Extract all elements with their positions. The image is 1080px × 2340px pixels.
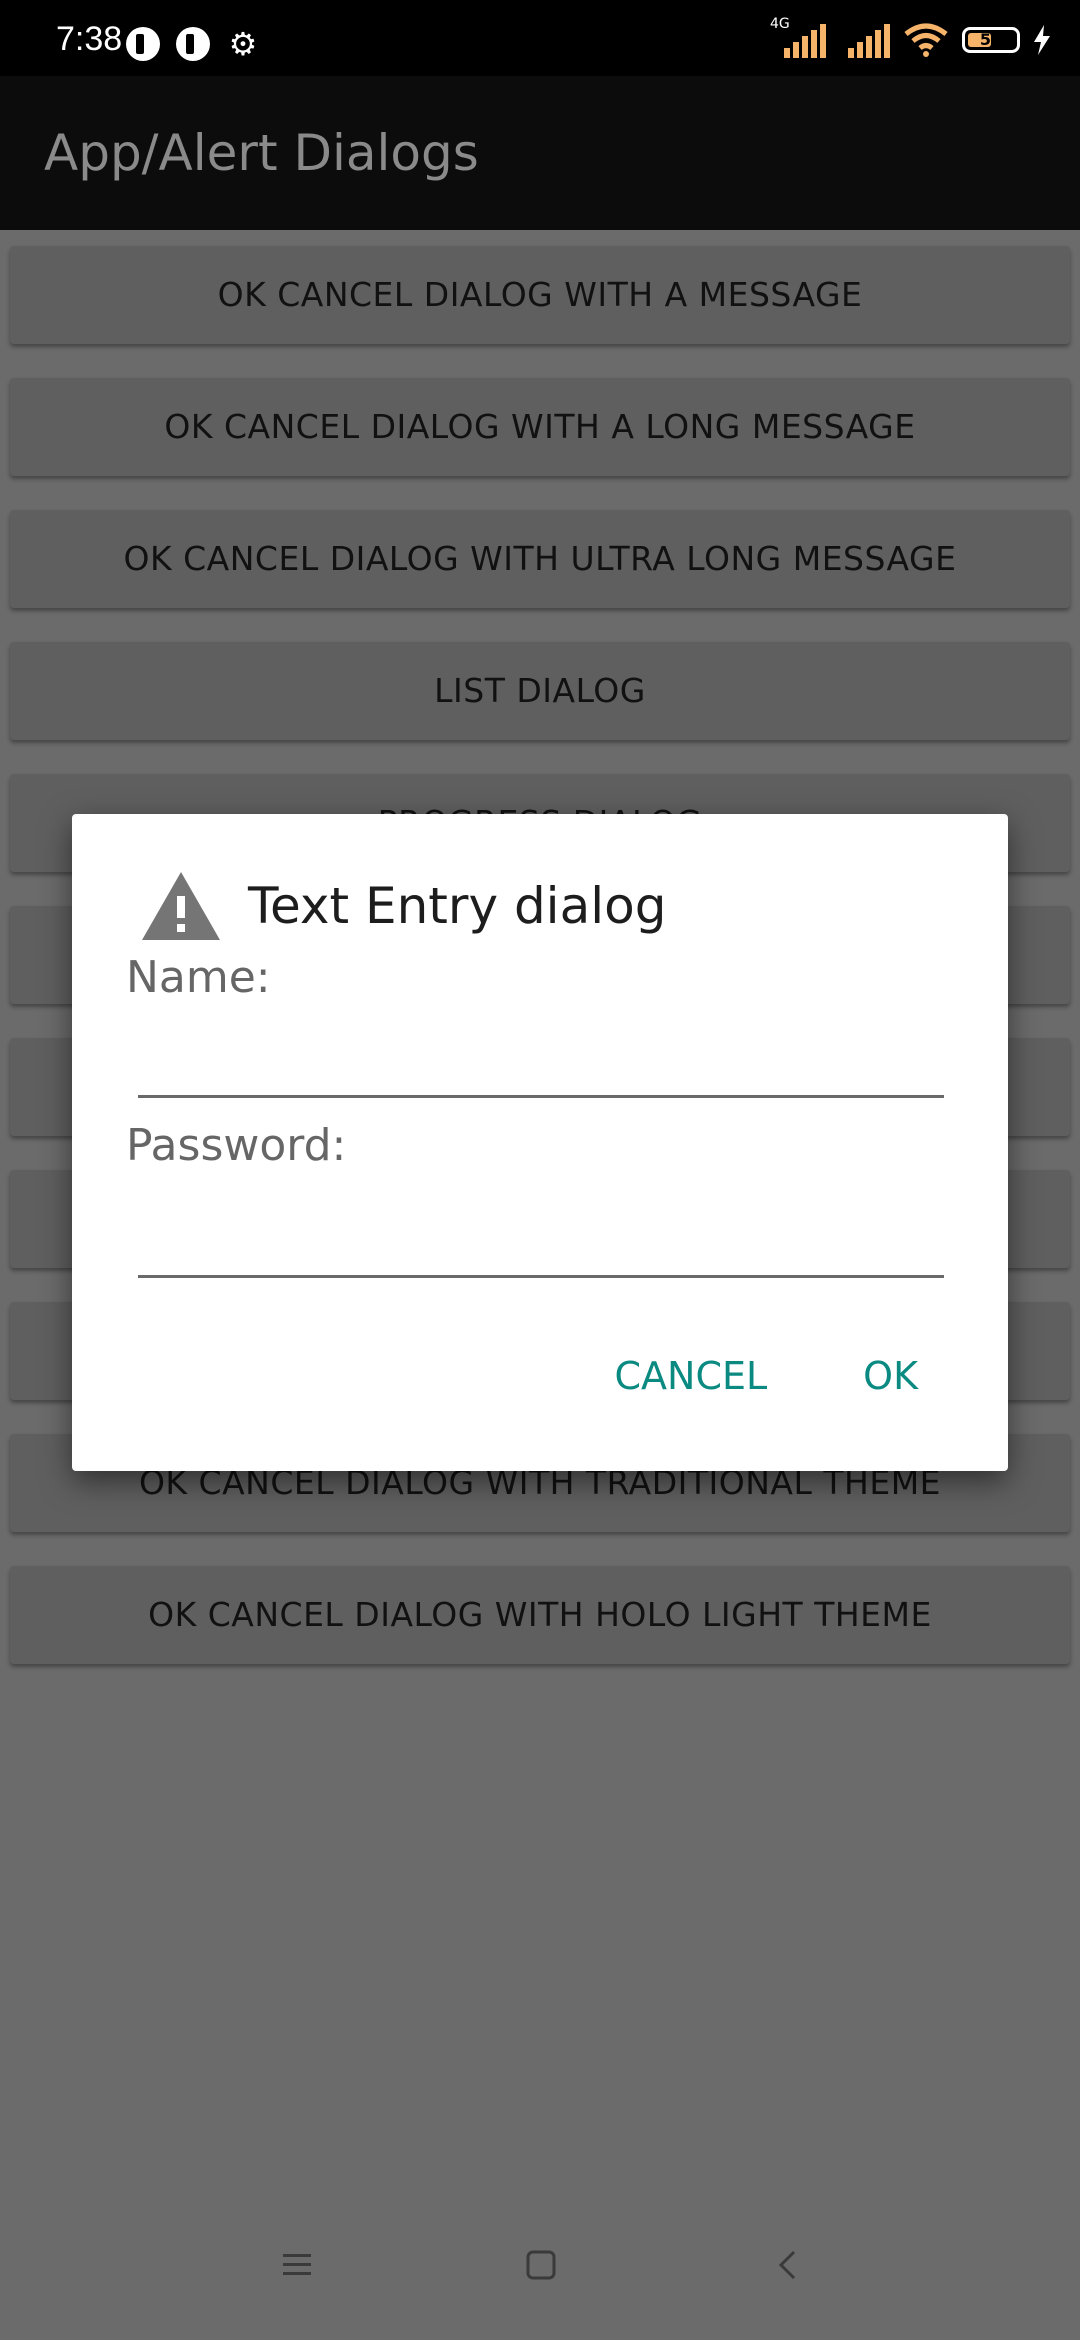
list-dialog-button[interactable]: LIST DIALOG bbox=[10, 642, 1070, 740]
holo-light-theme-button[interactable]: OK CANCEL DIALOG WITH HOLO LIGHT THEME bbox=[10, 1566, 1070, 1664]
network-type-label: 4G bbox=[770, 16, 790, 32]
signal-icon: 4G bbox=[770, 16, 826, 58]
status-notification-icons: ⚙ bbox=[126, 27, 260, 61]
name-label: Name: bbox=[126, 952, 271, 1003]
app-notification-icon bbox=[176, 27, 210, 61]
app-bar: App/Alert Dialogs bbox=[0, 76, 1080, 230]
dialog-actions: CANCEL OK bbox=[614, 1354, 918, 1398]
ok-cancel-message-button[interactable]: OK CANCEL DIALOG WITH A MESSAGE bbox=[10, 246, 1070, 344]
warning-icon bbox=[142, 872, 220, 940]
battery-icon: 51 bbox=[962, 27, 1020, 53]
ok-cancel-ultra-long-message-button[interactable]: OK CANCEL DIALOG WITH ULTRA LONG MESSAGE bbox=[10, 510, 1070, 608]
name-input[interactable] bbox=[138, 1028, 944, 1098]
text-entry-dialog: Text Entry dialog Name: Password: CANCEL… bbox=[72, 814, 1008, 1471]
cancel-button[interactable]: CANCEL bbox=[614, 1354, 767, 1398]
signal-icon bbox=[838, 22, 890, 58]
navigation-bar bbox=[0, 2220, 1080, 2340]
status-system-icons: 4G 51 bbox=[770, 16, 1052, 60]
ok-cancel-long-message-button[interactable]: OK CANCEL DIALOG WITH A LONG MESSAGE bbox=[10, 378, 1070, 476]
menu-icon[interactable] bbox=[282, 2250, 312, 2280]
charging-icon bbox=[1034, 25, 1050, 55]
app-notification-icon bbox=[126, 27, 160, 61]
password-label: Password: bbox=[126, 1120, 347, 1171]
battery-level: 51 bbox=[979, 30, 1003, 49]
page-title: App/Alert Dialogs bbox=[44, 124, 479, 182]
password-input[interactable] bbox=[138, 1208, 944, 1278]
dialog-title: Text Entry dialog bbox=[248, 877, 667, 935]
dialog-header: Text Entry dialog bbox=[140, 870, 666, 942]
wifi-icon bbox=[904, 23, 948, 57]
ok-button[interactable]: OK bbox=[863, 1354, 918, 1398]
status-bar: 7:38 ⚙ 4G 51 bbox=[0, 0, 1080, 76]
home-icon[interactable] bbox=[526, 2250, 556, 2280]
back-icon[interactable] bbox=[776, 2250, 800, 2280]
status-time: 7:38 bbox=[56, 20, 123, 58]
gear-icon: ⚙ bbox=[228, 25, 258, 63]
